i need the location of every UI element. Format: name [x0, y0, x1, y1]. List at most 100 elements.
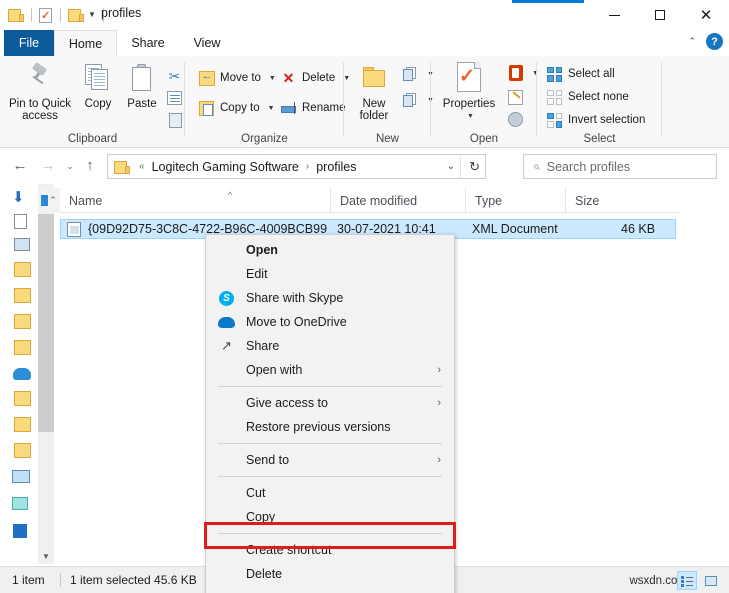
- invert-selection-label: Invert selection: [568, 114, 646, 126]
- folder-item-icon-3[interactable]: [14, 314, 31, 329]
- context-menu-item-share-with-skype[interactable]: S Share with Skype: [206, 286, 454, 310]
- breadcrumb-item-0[interactable]: Logitech Gaming Software: [150, 160, 301, 174]
- ribbon-tab-strip: File Home Share View: [0, 30, 729, 56]
- new-item-icon: [402, 66, 419, 83]
- open-with-ribbon-button[interactable]: ▼: [507, 63, 539, 83]
- select-none-button[interactable]: Select none: [546, 87, 629, 107]
- folder-item-icon-7[interactable]: [14, 443, 31, 458]
- context-menu-item-edit[interactable]: Edit: [206, 262, 454, 286]
- tab-home[interactable]: Home: [54, 30, 117, 56]
- context-menu-item-send-to[interactable]: Send to ›: [206, 448, 454, 472]
- context-menu-label: Open: [246, 243, 278, 257]
- pictures-icon[interactable]: [14, 238, 30, 251]
- context-menu-item-move-to-onedrive[interactable]: Move to OneDrive: [206, 310, 454, 334]
- pin-to-quick-access-button[interactable]: Pin to Quick access: [6, 61, 74, 122]
- context-menu-item-rename[interactable]: Rename: [206, 586, 454, 593]
- new-folder-button[interactable]: New folder: [348, 61, 400, 122]
- move-to-caret-icon[interactable]: ▼: [269, 75, 276, 82]
- nav-scroll-thumb[interactable]: [38, 214, 54, 432]
- tab-file[interactable]: File: [4, 30, 54, 56]
- chevron-right-icon: ›: [437, 454, 441, 466]
- context-menu-item-copy[interactable]: Copy: [206, 505, 454, 529]
- context-menu-item-share[interactable]: ↗ Share: [206, 334, 454, 358]
- maximize-button[interactable]: [637, 0, 683, 30]
- new-folder-icon[interactable]: [68, 8, 84, 22]
- refresh-icon[interactable]: ↻: [469, 159, 480, 175]
- folder-item-icon-5[interactable]: [14, 391, 31, 406]
- tab-view[interactable]: View: [179, 30, 235, 56]
- nav-scroll-down-icon[interactable]: ▼: [38, 548, 54, 564]
- copy-to-caret-icon[interactable]: ▼: [268, 105, 275, 112]
- collapse-ribbon-icon[interactable]: ⌃: [688, 36, 696, 47]
- this-pc-icon[interactable]: [12, 470, 30, 483]
- column-header-size[interactable]: Size: [565, 188, 679, 213]
- folder-item-icon-4[interactable]: [14, 340, 31, 355]
- network-icon[interactable]: [12, 497, 28, 510]
- select-all-label: Select all: [568, 68, 615, 80]
- context-menu-item-open[interactable]: Open: [206, 238, 454, 262]
- qat-dropdown-icon[interactable]: ▼: [88, 8, 96, 22]
- new-folder-big-icon: [348, 61, 400, 95]
- context-menu-separator-1: [218, 386, 442, 387]
- tab-share[interactable]: Share: [117, 30, 179, 56]
- forward-button[interactable]: →: [38, 157, 58, 174]
- delete-ribbon-button[interactable]: ✕ Delete ▼: [280, 68, 351, 88]
- column-header-type[interactable]: Type: [465, 188, 565, 213]
- context-menu-label: Edit: [246, 267, 268, 281]
- recent-locations-button[interactable]: ⌄: [60, 161, 80, 172]
- downloads-icon[interactable]: ⬇: [12, 188, 29, 206]
- help-icon[interactable]: ?: [706, 33, 723, 50]
- folder-item-icon-1[interactable]: [14, 262, 31, 277]
- paste-shortcut-button[interactable]: [167, 110, 184, 130]
- context-menu-item-delete[interactable]: Delete: [206, 562, 454, 586]
- copy-to-button[interactable]: Copy to ▼: [198, 98, 275, 118]
- drive-icon[interactable]: [13, 524, 27, 538]
- new-folder-label-line2: folder: [359, 110, 389, 122]
- select-all-button[interactable]: Select all: [546, 64, 615, 84]
- address-bar[interactable]: « Logitech Gaming Software › profiles ⌄ …: [107, 154, 486, 179]
- navigation-pane-scrollbar[interactable]: ▼: [38, 184, 54, 564]
- up-button[interactable]: ↑: [80, 157, 100, 174]
- breadcrumb-item-1[interactable]: profiles: [314, 160, 358, 174]
- edit-ribbon-button[interactable]: [507, 87, 524, 107]
- copy-path-button[interactable]: [166, 88, 183, 108]
- header-accent: [41, 195, 49, 206]
- column-header-date[interactable]: Date modified: [330, 188, 465, 213]
- cut-button[interactable]: ✂: [166, 66, 183, 86]
- easy-access-icon: [402, 92, 419, 109]
- folder-item-icon-6[interactable]: [14, 417, 31, 432]
- folder-item-icon-2[interactable]: [14, 288, 31, 303]
- invert-selection-button[interactable]: Invert selection: [546, 110, 645, 130]
- context-menu-item-give-access-to[interactable]: Give access to ›: [206, 391, 454, 415]
- context-menu-item-open-with[interactable]: Open with ›: [206, 358, 454, 382]
- address-dropdown-icon[interactable]: ⌄: [447, 161, 455, 172]
- properties-button[interactable]: ✓ Properties ▼: [435, 61, 503, 123]
- properties-icon[interactable]: ✓: [39, 7, 53, 23]
- folder-icon[interactable]: [8, 8, 24, 22]
- history-ribbon-button[interactable]: [507, 109, 524, 129]
- ribbon-group-clipboard: Pin to Quick access Copy Paste ✂ Clipboa…: [0, 56, 185, 148]
- back-button[interactable]: ←: [10, 157, 30, 174]
- search-box[interactable]: ⌕ Search profiles: [523, 154, 717, 179]
- window-controls: ✕: [591, 0, 729, 30]
- paste-button[interactable]: Paste: [120, 61, 164, 110]
- sort-ascending-icon: ^: [228, 190, 233, 200]
- context-menu-item-cut[interactable]: Cut: [206, 481, 454, 505]
- ribbon-group-select: Select all Select none Invert selection …: [537, 56, 662, 148]
- documents-icon[interactable]: [14, 214, 27, 229]
- file-explorer-window: ✓ ▼ profiles ✕ File Home Share View ⌃ ? …: [0, 0, 729, 593]
- minimize-button[interactable]: [591, 0, 637, 30]
- column-header-name[interactable]: Name ^: [60, 188, 330, 213]
- onedrive-nav-icon[interactable]: [13, 368, 31, 380]
- close-button[interactable]: ✕: [683, 0, 729, 30]
- copy-button[interactable]: Copy: [76, 61, 120, 110]
- context-menu-item-restore-previous-versions[interactable]: Restore previous versions: [206, 415, 454, 439]
- rename-ribbon-button[interactable]: Rename: [280, 98, 345, 118]
- details-view-button[interactable]: [677, 571, 697, 590]
- delete-x-icon: ✕: [282, 69, 295, 86]
- move-to-button[interactable]: Move to ▼: [198, 68, 276, 88]
- large-icons-view-button[interactable]: [701, 571, 721, 590]
- properties-caret-icon[interactable]: ▼: [438, 111, 503, 123]
- select-all-icon: [546, 66, 563, 83]
- context-menu-item-create-shortcut[interactable]: Create shortcut: [206, 538, 454, 562]
